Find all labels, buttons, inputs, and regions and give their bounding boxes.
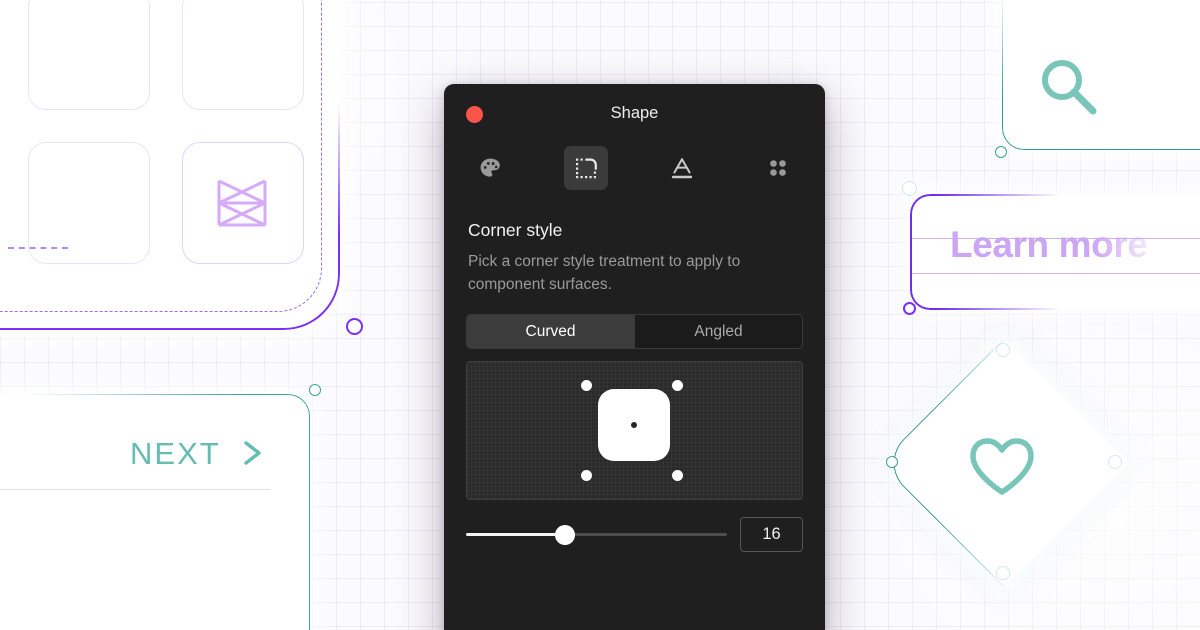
resize-handle[interactable] xyxy=(886,456,898,468)
wireframe-next-card[interactable]: NEXT xyxy=(0,394,310,630)
resize-handle[interactable] xyxy=(997,344,1009,356)
screenshot-canvas: NEXT Learn more Shape Corner style Pick … xyxy=(0,0,1200,630)
corner-style-segmented-control[interactable]: Curved Angled xyxy=(466,314,803,349)
segment-curved[interactable]: Curved xyxy=(467,315,634,348)
preview-handle[interactable] xyxy=(581,470,592,481)
resize-handle[interactable] xyxy=(903,182,916,195)
palette-icon xyxy=(480,158,500,177)
divider xyxy=(0,489,270,491)
resize-handle[interactable] xyxy=(1109,456,1121,468)
learn-more-label[interactable]: Learn more xyxy=(950,224,1148,266)
heart-icon xyxy=(970,438,1034,495)
preview-handle[interactable] xyxy=(672,380,683,391)
section-block: Corner style Pick a corner style treatme… xyxy=(444,202,825,296)
tab-text[interactable] xyxy=(660,146,704,190)
resize-handle[interactable] xyxy=(997,567,1009,579)
search-icon xyxy=(1042,60,1097,115)
tab-shape[interactable] xyxy=(564,146,608,190)
corner-radius-slider-row: 16 xyxy=(466,517,803,552)
corner-radius-value[interactable]: 16 xyxy=(740,517,803,552)
section-title: Corner style xyxy=(468,220,563,240)
card-accent-edge xyxy=(0,0,340,330)
segment-angled[interactable]: Angled xyxy=(634,315,802,348)
next-label: NEXT xyxy=(130,436,221,471)
grid-dots-icon xyxy=(770,160,786,176)
tab-layout[interactable] xyxy=(756,146,800,190)
resize-handle[interactable] xyxy=(995,146,1007,158)
panel-toolbar xyxy=(444,144,825,202)
slider-fill xyxy=(466,533,564,536)
preview-center-dot xyxy=(631,422,637,428)
corner-radius-icon xyxy=(576,158,597,179)
panel-title: Shape xyxy=(610,104,659,122)
card-accent-edge xyxy=(1002,0,1200,150)
preview-handle[interactable] xyxy=(672,470,683,481)
tab-color[interactable] xyxy=(468,146,512,190)
resize-handle[interactable] xyxy=(903,302,916,315)
dashed-guide xyxy=(8,247,68,249)
text-format-icon xyxy=(671,158,693,179)
wireframe-grid-card[interactable] xyxy=(0,0,340,330)
slider-track[interactable] xyxy=(466,533,727,536)
preview-handle[interactable] xyxy=(581,380,592,391)
wireframe-search-card[interactable] xyxy=(1002,0,1200,150)
resize-handle[interactable] xyxy=(346,318,363,335)
panel-titlebar: Shape xyxy=(444,84,825,144)
corner-preview-canvas[interactable] xyxy=(466,361,803,500)
chevron-right-icon xyxy=(244,441,261,465)
resize-handle[interactable] xyxy=(309,384,321,396)
section-description: Pick a corner style treatment to apply t… xyxy=(468,253,741,293)
slider-knob[interactable] xyxy=(555,525,575,545)
card-accent-edge xyxy=(0,394,310,630)
